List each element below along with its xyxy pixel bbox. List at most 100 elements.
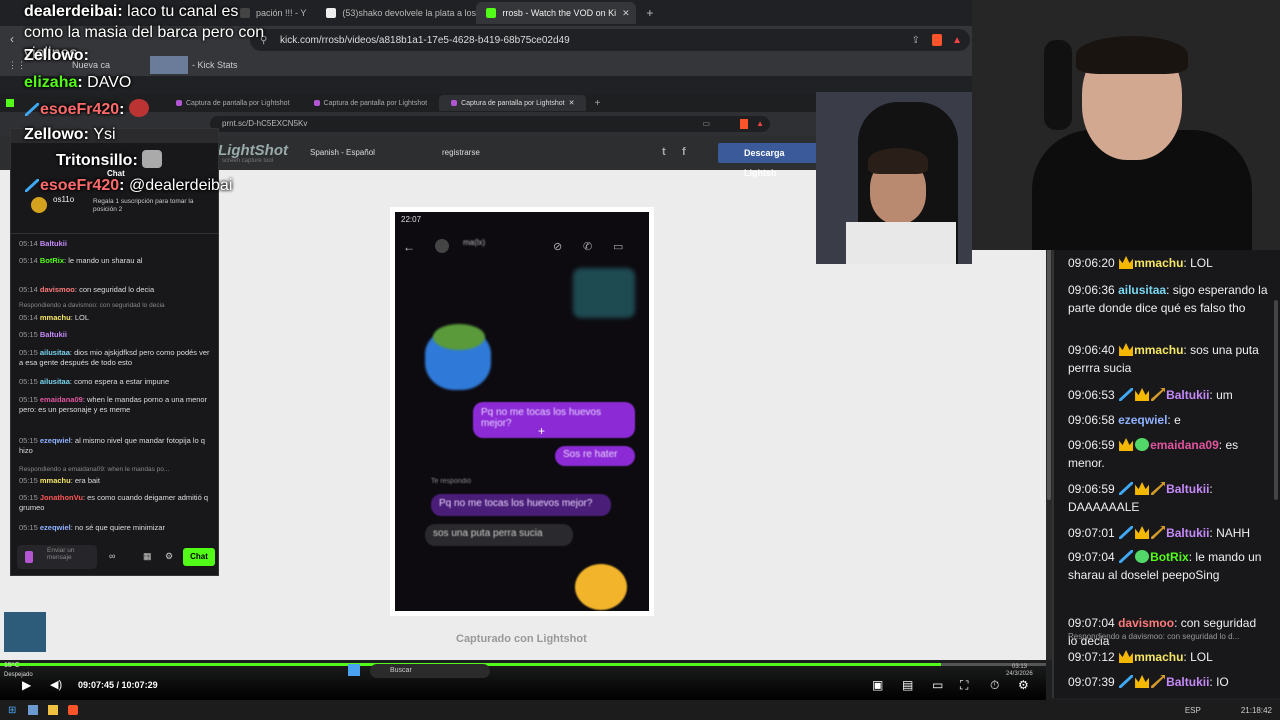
inner-url-text: prnt.sc/D-hC5EXCN5Kv: [222, 119, 308, 128]
lightshot-logo[interactable]: LightShot: [218, 142, 288, 159]
message-user[interactable]: ezeqwiel: [1118, 413, 1167, 427]
chat-user[interactable]: emaidana09: [40, 395, 83, 404]
message-user[interactable]: Baltukii: [1166, 482, 1209, 496]
message-user[interactable]: ailusitaa: [1118, 283, 1166, 297]
chat-user[interactable]: mmachu: [40, 476, 71, 485]
chat-user[interactable]: BotRix: [40, 256, 64, 265]
send-chat-button[interactable]: Chat: [183, 548, 215, 566]
settings-icon[interactable]: ⚙: [165, 551, 173, 562]
message-user[interactable]: emaidana09: [1150, 438, 1219, 452]
send-chat-label: Chat: [190, 552, 208, 561]
time-display: 09:07:45 / 10:07:29: [78, 680, 158, 690]
inner-tab[interactable]: Captura de pantalla por Lightshot: [302, 95, 440, 111]
inner-url-field[interactable]: prnt.sc/D-hC5EXCN5Kv ▭ ▲: [210, 116, 770, 132]
download-button[interactable]: Descarga Lightsh: [718, 143, 818, 178]
brave-rewards-icon[interactable]: ▲: [952, 35, 962, 46]
message-user[interactable]: Baltukii: [1166, 675, 1209, 689]
chat-line: 05:14 mmachu: LOL: [19, 313, 90, 322]
emote-image: [128, 99, 149, 117]
theater-mode-icon[interactable]: ▣: [872, 678, 883, 692]
new-tab-icon[interactable]: +: [594, 98, 600, 109]
message-user[interactable]: BotRix: [1150, 550, 1189, 564]
chat-user[interactable]: ailusitaa: [40, 377, 70, 386]
brave-rewards-icon[interactable]: ▲: [756, 116, 764, 132]
facebook-icon[interactable]: f: [682, 146, 686, 158]
sub-prompt[interactable]: Regala 1 suscripción para tomar la posic…: [93, 198, 208, 214]
message-user[interactable]: mmachu: [1134, 256, 1183, 270]
inner-tab-active[interactable]: Captura de pantalla por Lightshot ✕: [439, 95, 587, 111]
emote-image: [141, 150, 162, 168]
inner-tab[interactable]: Captura de pantalla por Lightshot: [164, 95, 302, 111]
message-text: NAHH: [1216, 526, 1251, 540]
chat-user[interactable]: ezeqwiel: [40, 436, 71, 445]
folder-icon[interactable]: [48, 705, 59, 715]
close-icon[interactable]: ✕: [622, 8, 630, 19]
chat-user[interactable]: davismoo: [40, 285, 75, 294]
message-user[interactable]: mmachu: [1134, 343, 1183, 357]
chat-user[interactable]: Baltukii: [40, 330, 67, 339]
message-text: um: [1216, 388, 1233, 402]
browser-tab-active[interactable]: rrosb - Watch the VOD on Ki ✕: [476, 2, 637, 24]
brave-shield-icon[interactable]: [932, 34, 942, 46]
overlay-text: Ysi: [93, 126, 116, 143]
tab-label: (53)shako devolvele la plata a los pib: [342, 8, 477, 18]
language-indicator[interactable]: ESP: [1185, 706, 1201, 715]
pick-badge-icon: [1151, 388, 1166, 401]
back-icon[interactable]: ‹: [10, 32, 14, 46]
play-icon[interactable]: ▶: [22, 678, 31, 692]
emote-icon[interactable]: ∞: [109, 551, 115, 561]
new-tab-icon[interactable]: +: [646, 6, 653, 20]
chat-text: con seguridad lo decia: [79, 285, 155, 294]
clip-icon[interactable]: ▤: [902, 678, 913, 692]
tab-icon[interactable]: ▭: [702, 116, 710, 132]
gift-icon[interactable]: ▦: [143, 551, 152, 562]
crown-badge-icon: [1135, 526, 1150, 539]
fullscreen-icon[interactable]: ⛶: [960, 678, 968, 693]
mic-icon[interactable]: [25, 551, 33, 563]
windows-start-icon[interactable]: ⊞: [8, 705, 16, 716]
reply-context: Respondiendo a emaidana09: when le manda…: [19, 466, 170, 473]
taskbar-clock[interactable]: 21:18:42: [1241, 706, 1272, 715]
chat-popup-window: Chat os11o Regala 1 suscripción para tom…: [10, 128, 219, 576]
overlay-user: Zellowo: [24, 47, 84, 64]
message-text: Sos re hater: [563, 449, 618, 460]
overlay-message: Tritonsillo:: [56, 150, 162, 170]
tab-label: rrosb - Watch the VOD on Ki: [502, 8, 617, 18]
chat-scrollbar[interactable]: [1274, 300, 1278, 500]
message-user[interactable]: Baltukii: [1166, 526, 1209, 540]
kick-icon: [6, 99, 14, 107]
register-link[interactable]: registrarse: [442, 148, 480, 157]
speed-icon[interactable]: ⏱: [990, 678, 999, 693]
lightshot-icon: [176, 100, 182, 106]
message-user[interactable]: Baltukii: [1166, 388, 1209, 402]
chat-message: 09:06:36 ailusitaa: sigo esperando la pa…: [1068, 283, 1268, 315]
sword-badge-icon: [1119, 550, 1134, 563]
share-icon[interactable]: ⇪: [912, 35, 920, 46]
file-explorer-icon[interactable]: [28, 705, 39, 715]
message-user[interactable]: mmachu: [1134, 650, 1183, 664]
message-user[interactable]: davismoo: [1118, 616, 1174, 630]
chat-user[interactable]: mmachu: [40, 313, 71, 322]
url-field[interactable]: ⚲ kick.com/rrosb/videos/a818b1a1-17e5-46…: [250, 29, 970, 51]
twitter-icon[interactable]: t: [662, 146, 666, 158]
chat-user[interactable]: Baltukii: [40, 239, 67, 248]
volume-icon[interactable]: ◀): [50, 678, 62, 691]
chat-panel: 09:06:20 mmachu: LOL 09:06:36 ailusitaa: …: [1052, 250, 1280, 698]
chat-user[interactable]: JonathonVu: [40, 493, 83, 502]
settings-icon[interactable]: ⚙: [1018, 678, 1029, 692]
chat-user[interactable]: ezeqwiel: [40, 523, 71, 532]
main-webcam: [972, 0, 1280, 250]
chat-line: 05:15 ezeqwiel: al mismo nivel que manda…: [19, 436, 205, 455]
shared-image: [573, 268, 635, 318]
brave-shield-icon[interactable]: [740, 119, 748, 129]
pick-badge-icon: [1151, 675, 1166, 688]
chat-user[interactable]: ailusitaa: [40, 348, 70, 357]
close-icon[interactable]: ✕: [569, 99, 575, 107]
captions-icon[interactable]: ▭: [932, 678, 943, 692]
brave-icon[interactable]: [68, 705, 79, 715]
chat-text: le mando un sharau al: [68, 256, 143, 265]
taskbar-search: Buscar: [370, 664, 490, 678]
browser-tab[interactable]: (53)shako devolvele la plata a los pib: [316, 2, 476, 24]
video-progress-bar[interactable]: [0, 663, 1046, 666]
language-select[interactable]: Spanish - Español: [310, 148, 375, 157]
